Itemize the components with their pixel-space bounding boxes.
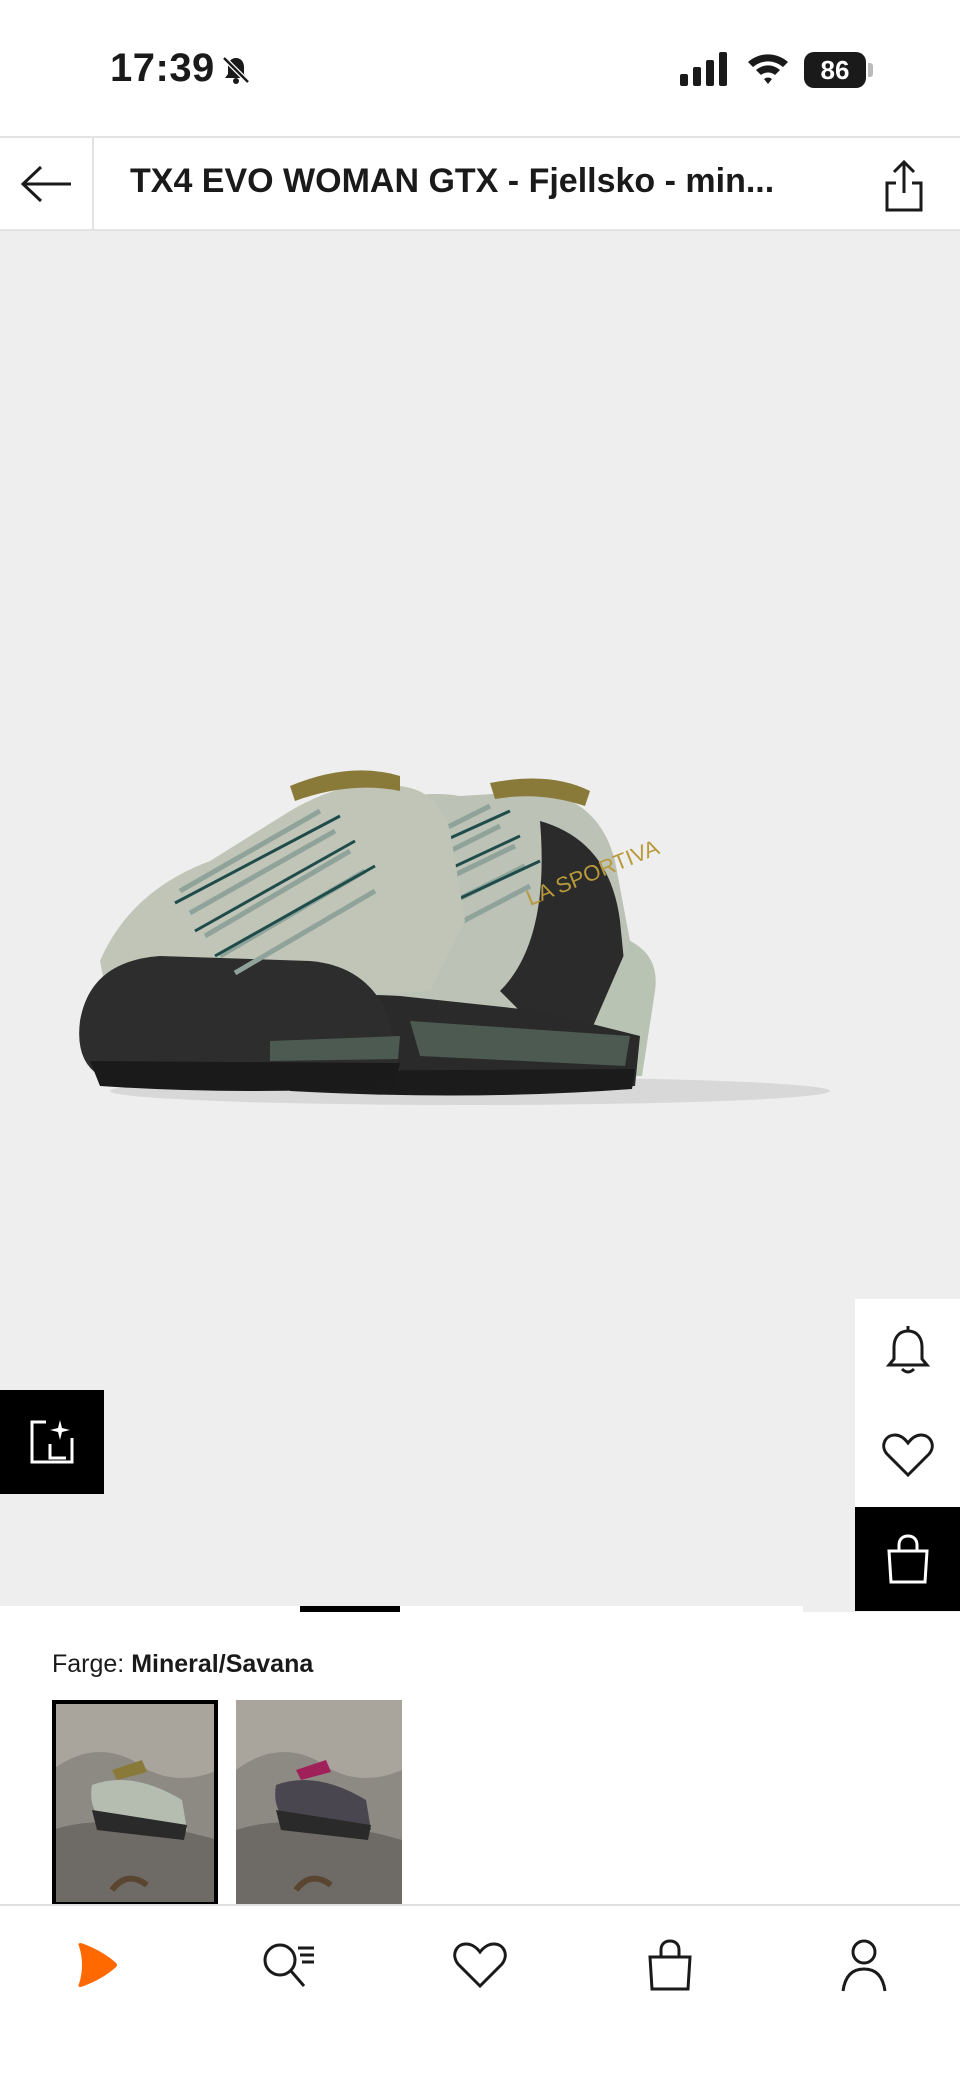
color-swatch-mineral-savana[interactable] [52,1700,218,1906]
notify-button[interactable] [855,1299,960,1403]
carousel-indicator [300,1606,400,1612]
back-button[interactable] [0,138,94,229]
nav-profile[interactable] [824,1930,904,2000]
color-label: Farge: Mineral/Savana [52,1650,313,1679]
heart-icon [881,1433,934,1478]
share-icon [885,159,923,212]
product-image: LA SPORTIVA [79,770,830,1105]
product-image-carousel[interactable]: LA SPORTIVA [0,231,960,1612]
color-swatch-alternate[interactable] [236,1700,402,1906]
color-swatches [52,1700,402,1906]
color-label-prefix: Farge: [52,1650,125,1678]
nav-search[interactable] [248,1930,328,2000]
status-bar: 17:39 86 [0,0,960,136]
heart-icon [453,1942,507,1989]
battery-level: 86 [804,52,866,88]
visual-search-button[interactable] [0,1390,104,1494]
share-button[interactable] [876,156,932,216]
status-time: 17:39 [110,46,215,90]
nav-bag[interactable] [630,1930,710,2000]
swatch-image [52,1700,218,1906]
nav-home[interactable] [56,1930,136,2000]
wifi-icon [748,54,788,84]
signal-icon [680,52,727,86]
nav-wishlist[interactable] [440,1930,520,2000]
sparkle-share-icon [30,1420,74,1464]
bottom-navigation [0,1904,960,2086]
swatch-image [236,1700,402,1906]
add-to-bag-button[interactable] [855,1507,960,1611]
home-logo-icon [78,1943,117,1987]
search-icon [263,1943,314,1987]
bag-icon [648,1939,692,1991]
carousel-progress [0,1606,803,1612]
profile-icon [841,1939,887,1992]
bell-icon [885,1326,930,1374]
product-actions [855,1299,960,1611]
arrow-left-icon [20,165,71,202]
battery-cap [868,63,873,77]
color-value: Mineral/Savana [131,1650,314,1678]
wishlist-button[interactable] [855,1403,960,1507]
product-header: TX4 EVO WOMAN GTX - Fjellsko - min... [0,136,960,231]
battery-icon: 86 [804,52,873,88]
page-title: TX4 EVO WOMAN GTX - Fjellsko - min... [130,162,775,200]
shopping-bag-icon [886,1534,929,1584]
bell-off-icon [222,56,250,84]
